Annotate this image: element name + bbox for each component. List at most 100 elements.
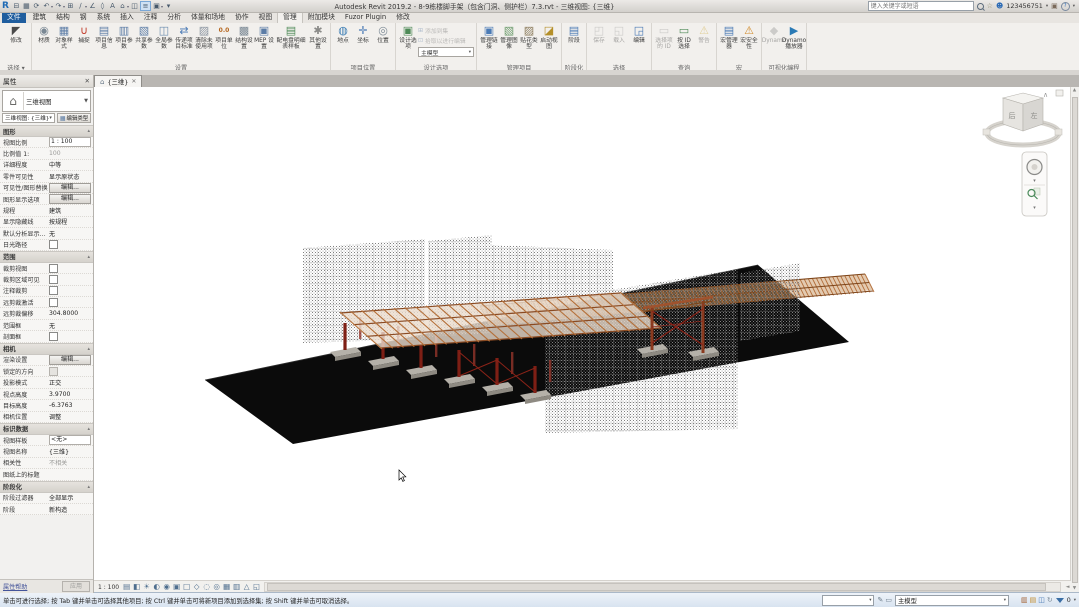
property-value[interactable]: {三维}: [49, 447, 93, 456]
snaps-button[interactable]: ∪捕捉: [74, 24, 94, 63]
checkbox[interactable]: [49, 240, 58, 249]
value-text[interactable]: 无: [49, 229, 55, 238]
edit-type-button[interactable]: ▦ 编辑类型: [57, 113, 91, 123]
ribbon-tab-附加模块[interactable]: 附加模块: [303, 12, 340, 23]
location-button[interactable]: ◍地点: [333, 24, 353, 63]
property-value[interactable]: 3.9700: [49, 391, 93, 398]
property-value[interactable]: 编辑...: [49, 183, 93, 193]
favorites-icon[interactable]: ☆: [987, 2, 993, 10]
panel-schedule-templates-button[interactable]: ▤配电盘明细表样板: [274, 24, 308, 63]
close-icon[interactable]: ✕: [85, 77, 90, 85]
rendering-icon[interactable]: ◉: [162, 582, 171, 592]
macro-manager-button[interactable]: ▤宏管理器: [719, 24, 739, 63]
value-text[interactable]: 显示原状态: [49, 172, 79, 181]
account-caret-icon[interactable]: ▾: [1046, 4, 1048, 9]
value-text[interactable]: 304.8000: [49, 310, 78, 317]
manage-images-button[interactable]: ▧管理图像: [499, 24, 519, 63]
constraints-icon[interactable]: ▥: [232, 582, 241, 592]
viewcube[interactable]: 后 左: [983, 93, 1062, 145]
analytical-model-icon[interactable]: △: [242, 582, 251, 592]
design-options-button[interactable]: ▣设计选项: [398, 24, 418, 63]
materials-button[interactable]: ◉材质: [34, 24, 54, 63]
revit-logo[interactable]: R: [2, 1, 9, 11]
edit-selection-button[interactable]: ◲编辑: [629, 24, 649, 63]
ribbon-tab-插入[interactable]: 插入: [115, 12, 139, 23]
project-information-button[interactable]: ▤项目信息: [94, 24, 114, 63]
property-value[interactable]: 新构造: [49, 505, 93, 514]
canvas-menu-icon[interactable]: [1056, 90, 1063, 96]
collapse-icon[interactable]: ▴: [87, 346, 90, 352]
value-text[interactable]: 建筑: [49, 206, 61, 215]
exclude-options-icon[interactable]: ▤: [1030, 595, 1037, 605]
collapse-icon[interactable]: ▴: [87, 484, 90, 490]
property-value[interactable]: 无: [49, 229, 93, 238]
scaffold-block[interactable]: [740, 263, 800, 341]
value-box[interactable]: 1 : 100: [49, 137, 91, 147]
structural-settings-button[interactable]: ▩结构设置: [234, 24, 254, 63]
close-icon[interactable]: ✕: [131, 78, 136, 85]
ribbon-tab-建筑[interactable]: 建筑: [28, 12, 52, 23]
column[interactable]: [457, 350, 460, 377]
temp-hide-isolate-icon[interactable]: ◌: [202, 582, 211, 592]
customize-qat-icon[interactable]: ▾: [164, 1, 173, 11]
property-value[interactable]: 1 : 100: [49, 137, 93, 147]
position-button[interactable]: ◎位置: [373, 24, 393, 63]
manage-links-button[interactable]: ▣管理链接: [479, 24, 499, 63]
section-header-图形[interactable]: 图形▴: [0, 125, 93, 137]
navigation-bar[interactable]: ▾ ▾: [1022, 152, 1047, 216]
print-icon[interactable]: ⊞: [66, 1, 75, 11]
checkbox[interactable]: [49, 332, 58, 341]
vertical-scroll-thumb[interactable]: [1072, 97, 1078, 583]
collapse-icon[interactable]: ▴: [87, 426, 90, 432]
help-search-input[interactable]: [868, 1, 974, 11]
object-styles-button[interactable]: ▦对象样式: [54, 24, 74, 63]
value-text[interactable]: 中等: [49, 160, 61, 169]
type-selector[interactable]: ⌂ 三维视图 ▼: [2, 90, 91, 112]
shared-parameters-button[interactable]: ▧共享参数: [134, 24, 154, 63]
ribbon-tab-协作[interactable]: 协作: [230, 12, 254, 23]
view-tab-3d[interactable]: ⌂ {三维} ✕: [94, 75, 142, 87]
property-value[interactable]: 中等: [49, 160, 93, 169]
instance-selector[interactable]: 三维视图: {三维} ▾: [2, 113, 55, 123]
value-text[interactable]: 3.9700: [49, 391, 70, 398]
visual-style-icon[interactable]: ◧: [132, 582, 141, 592]
sync-icon[interactable]: ⟳: [32, 1, 41, 11]
property-value[interactable]: 显示原状态: [49, 172, 93, 181]
section-icon[interactable]: ◫: [130, 1, 139, 11]
shadows-icon[interactable]: ◐: [152, 582, 161, 592]
worksets-icon[interactable]: ▭: [885, 595, 892, 605]
dynamo-player-button[interactable]: ▶Dynamo 播放器: [784, 24, 804, 63]
tag-icon[interactable]: ◊: [98, 1, 107, 11]
detail-level-icon[interactable]: ▤: [122, 582, 131, 592]
select-links-icon[interactable]: ◫: [1038, 595, 1045, 605]
value-text[interactable]: -6.3763: [49, 402, 73, 409]
horizontal-scroll-thumb[interactable]: [267, 583, 1046, 591]
select-by-id-button[interactable]: ▭按 ID 选择: [674, 24, 694, 63]
ribbon-tab-体量和场地[interactable]: 体量和场地: [186, 12, 230, 23]
property-value[interactable]: 304.8000: [49, 310, 93, 317]
ribbon-tab-注释[interactable]: 注释: [139, 12, 163, 23]
redo-icon-caret[interactable]: ▾: [63, 4, 65, 9]
transfer-project-standards-button[interactable]: ⇄传递项目标准: [174, 24, 194, 63]
edit-button[interactable]: 编辑...: [49, 194, 91, 204]
apply-button[interactable]: 应用: [62, 581, 90, 592]
project-units-button[interactable]: 0.0项目单位: [214, 24, 234, 63]
ribbon-tab-修改[interactable]: 修改: [391, 12, 415, 23]
section-header-范围[interactable]: 范围▴: [0, 251, 93, 263]
value-text[interactable]: 按规程: [49, 217, 67, 226]
edit-button[interactable]: 编辑...: [49, 355, 91, 365]
property-value[interactable]: <无>: [49, 435, 93, 445]
help-icon[interactable]: ?: [1061, 2, 1070, 11]
vertical-scrollbar[interactable]: ▲ ▼: [1070, 87, 1079, 593]
value-text[interactable]: 调整: [49, 412, 61, 421]
thin-lines-icon[interactable]: ≡: [140, 1, 151, 11]
undo-icon-caret[interactable]: ▾: [51, 4, 53, 9]
open-icon[interactable]: ⊟: [12, 1, 21, 11]
ribbon-tab-钢[interactable]: 钢: [75, 12, 92, 23]
property-value[interactable]: 全部显示: [49, 493, 93, 502]
measure-icon-caret[interactable]: ▾: [85, 4, 87, 9]
ribbon-tab-结构[interactable]: 结构: [51, 12, 75, 23]
properties-help-link[interactable]: 属性帮助: [3, 582, 27, 591]
property-value[interactable]: [49, 367, 93, 376]
filter-icon[interactable]: [1056, 598, 1064, 603]
